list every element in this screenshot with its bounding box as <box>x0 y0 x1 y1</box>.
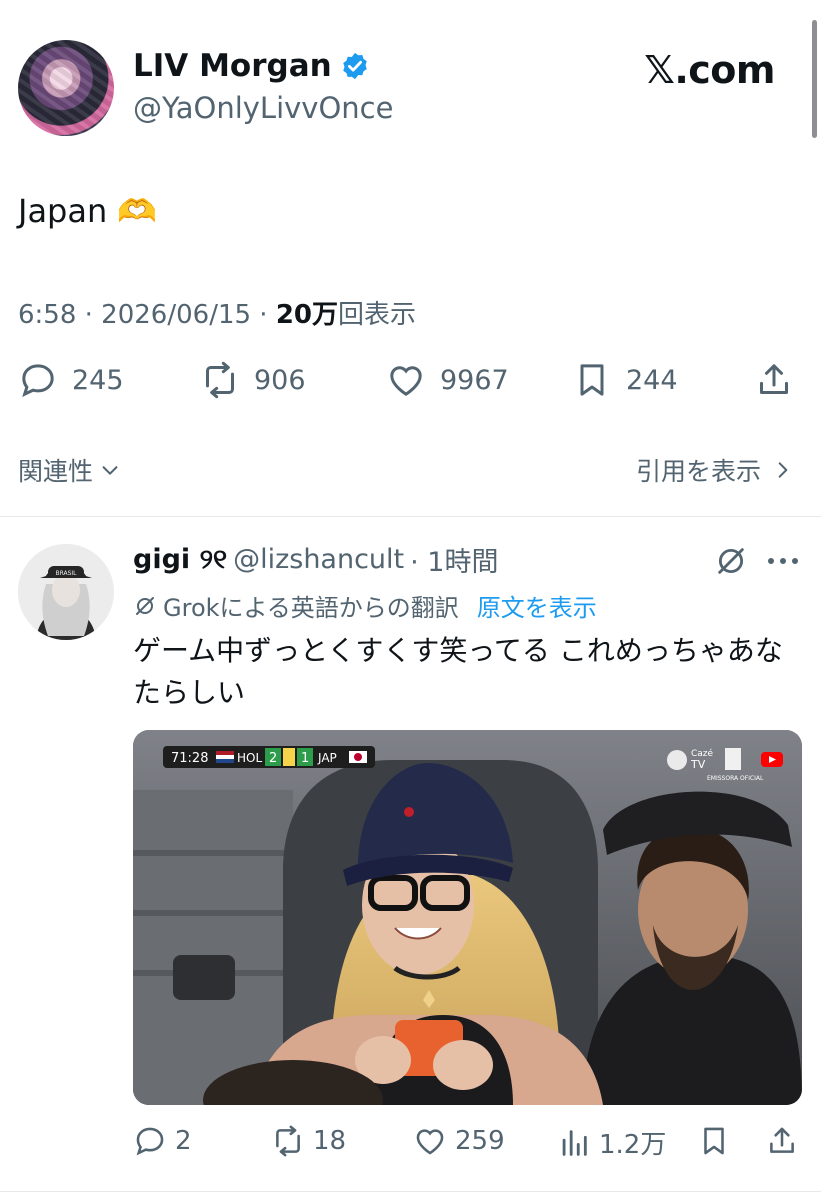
reply-like-count: 259 <box>455 1126 505 1156</box>
reply-repost-button[interactable]: 18 <box>271 1124 346 1158</box>
author-name[interactable]: LIV Morgan <box>133 48 332 84</box>
repost-icon <box>206 361 234 399</box>
like-count: 9967 <box>440 364 509 396</box>
views-icon <box>562 1129 587 1156</box>
quotes-label: 引用を表示 <box>635 457 761 486</box>
repost-icon <box>276 1125 300 1157</box>
svg-text:BRASIL: BRASIL <box>55 570 77 577</box>
views-count: 20万 <box>275 300 339 330</box>
grok-icon[interactable] <box>714 544 748 578</box>
reply-icon <box>136 1127 164 1156</box>
share-icon <box>760 364 788 394</box>
media-scene: 71:28 HOL 2 1 JAP Cazé TV EMISSORA OFICI… <box>133 730 802 1105</box>
bookmark-icon <box>580 364 604 396</box>
scrollbar[interactable] <box>812 20 817 138</box>
repost-button[interactable]: 906 <box>200 360 306 400</box>
score-time: 71:28 <box>171 751 208 766</box>
author-name-row[interactable]: LIV Morgan <box>133 48 370 84</box>
repost-count: 906 <box>254 364 306 396</box>
divider <box>0 1191 821 1192</box>
like-button[interactable]: 9967 <box>386 360 509 400</box>
reply-views-button[interactable]: 1.2万 <box>557 1124 666 1161</box>
reply-views-count: 1.2万 <box>599 1130 667 1160</box>
reply-author-name[interactable]: gigi ୨୧ <box>133 544 227 576</box>
reply-like-button[interactable]: 259 <box>413 1124 505 1158</box>
home-team: HOL <box>237 751 262 765</box>
chevron-down-icon <box>102 466 118 475</box>
bookmark-button[interactable]: 244 <box>572 360 678 400</box>
bookmark-count: 244 <box>626 364 678 396</box>
share-button[interactable] <box>754 360 794 400</box>
reply-actions: 2 18 259 1.2万 <box>133 1124 801 1164</box>
reply-avatar[interactable]: BRASIL <box>18 544 114 640</box>
like-icon <box>390 366 422 396</box>
translation-note: Grokによる英語からの翻訳 原文を表示 <box>133 588 597 623</box>
broadcaster-bottom: TV <box>690 758 706 771</box>
home-score: 2 <box>269 751 277 766</box>
divider <box>0 516 821 517</box>
away-team: JAP <box>317 751 337 765</box>
reply-count: 245 <box>72 364 124 396</box>
grok-icon <box>136 596 154 615</box>
away-score: 1 <box>301 751 309 766</box>
related-label: 関連性 <box>18 457 94 486</box>
tweet-actions: 245 906 9967 244 <box>18 360 795 404</box>
reply-button[interactable]: 245 <box>18 360 124 400</box>
reply-repost-count: 18 <box>313 1126 347 1156</box>
reply-reply-button[interactable]: 2 <box>133 1124 192 1158</box>
reply-icon <box>22 364 54 397</box>
relevance-sort[interactable]: 関連性 <box>18 452 121 488</box>
show-original-link[interactable]: 原文を表示 <box>477 588 597 623</box>
like-icon <box>416 1129 444 1155</box>
view-quotes-link[interactable]: 引用を表示 <box>636 452 793 488</box>
broadcaster-note: EMISSORA OFICIAL <box>707 775 764 782</box>
views-label: 回表示 <box>338 300 417 330</box>
reply-reply-count: 2 <box>175 1126 192 1156</box>
reply-media-image[interactable]: 71:28 HOL 2 1 JAP Cazé TV EMISSORA OFICI… <box>133 730 802 1105</box>
verified-icon <box>342 52 367 80</box>
more-icon[interactable] <box>766 554 800 568</box>
site-logo: 𝕏.com <box>644 48 775 92</box>
translation-label: Grokによる英語からの翻訳 <box>163 594 459 622</box>
tweet-timestamp[interactable]: 6:58 · 2026/06/15 · <box>18 300 276 330</box>
reply-header: gigi ୨୧ @lizshancult · 1時間 <box>133 540 498 579</box>
reply-avatar-image: BRASIL <box>18 544 114 640</box>
reply-share-button[interactable] <box>765 1124 799 1158</box>
reply-time[interactable]: · 1時間 <box>410 540 498 579</box>
tweet-text: Japan 🫶 <box>18 192 158 230</box>
author-avatar[interactable] <box>18 40 114 136</box>
share-icon <box>770 1127 794 1153</box>
reply-bookmark-button[interactable] <box>697 1124 731 1158</box>
tweet-meta: 6:58 · 2026/06/15 · 20万回表示 <box>18 294 416 331</box>
bookmark-icon <box>704 1127 724 1155</box>
chevron-right-icon <box>778 462 788 478</box>
author-handle[interactable]: @YaOnlyLivvOnce <box>133 91 393 125</box>
reply-text: ゲーム中ずっとくすくす笑ってる これめっちゃあなたらしい <box>133 634 783 709</box>
reply-author-handle[interactable]: @lizshancult <box>233 544 404 575</box>
